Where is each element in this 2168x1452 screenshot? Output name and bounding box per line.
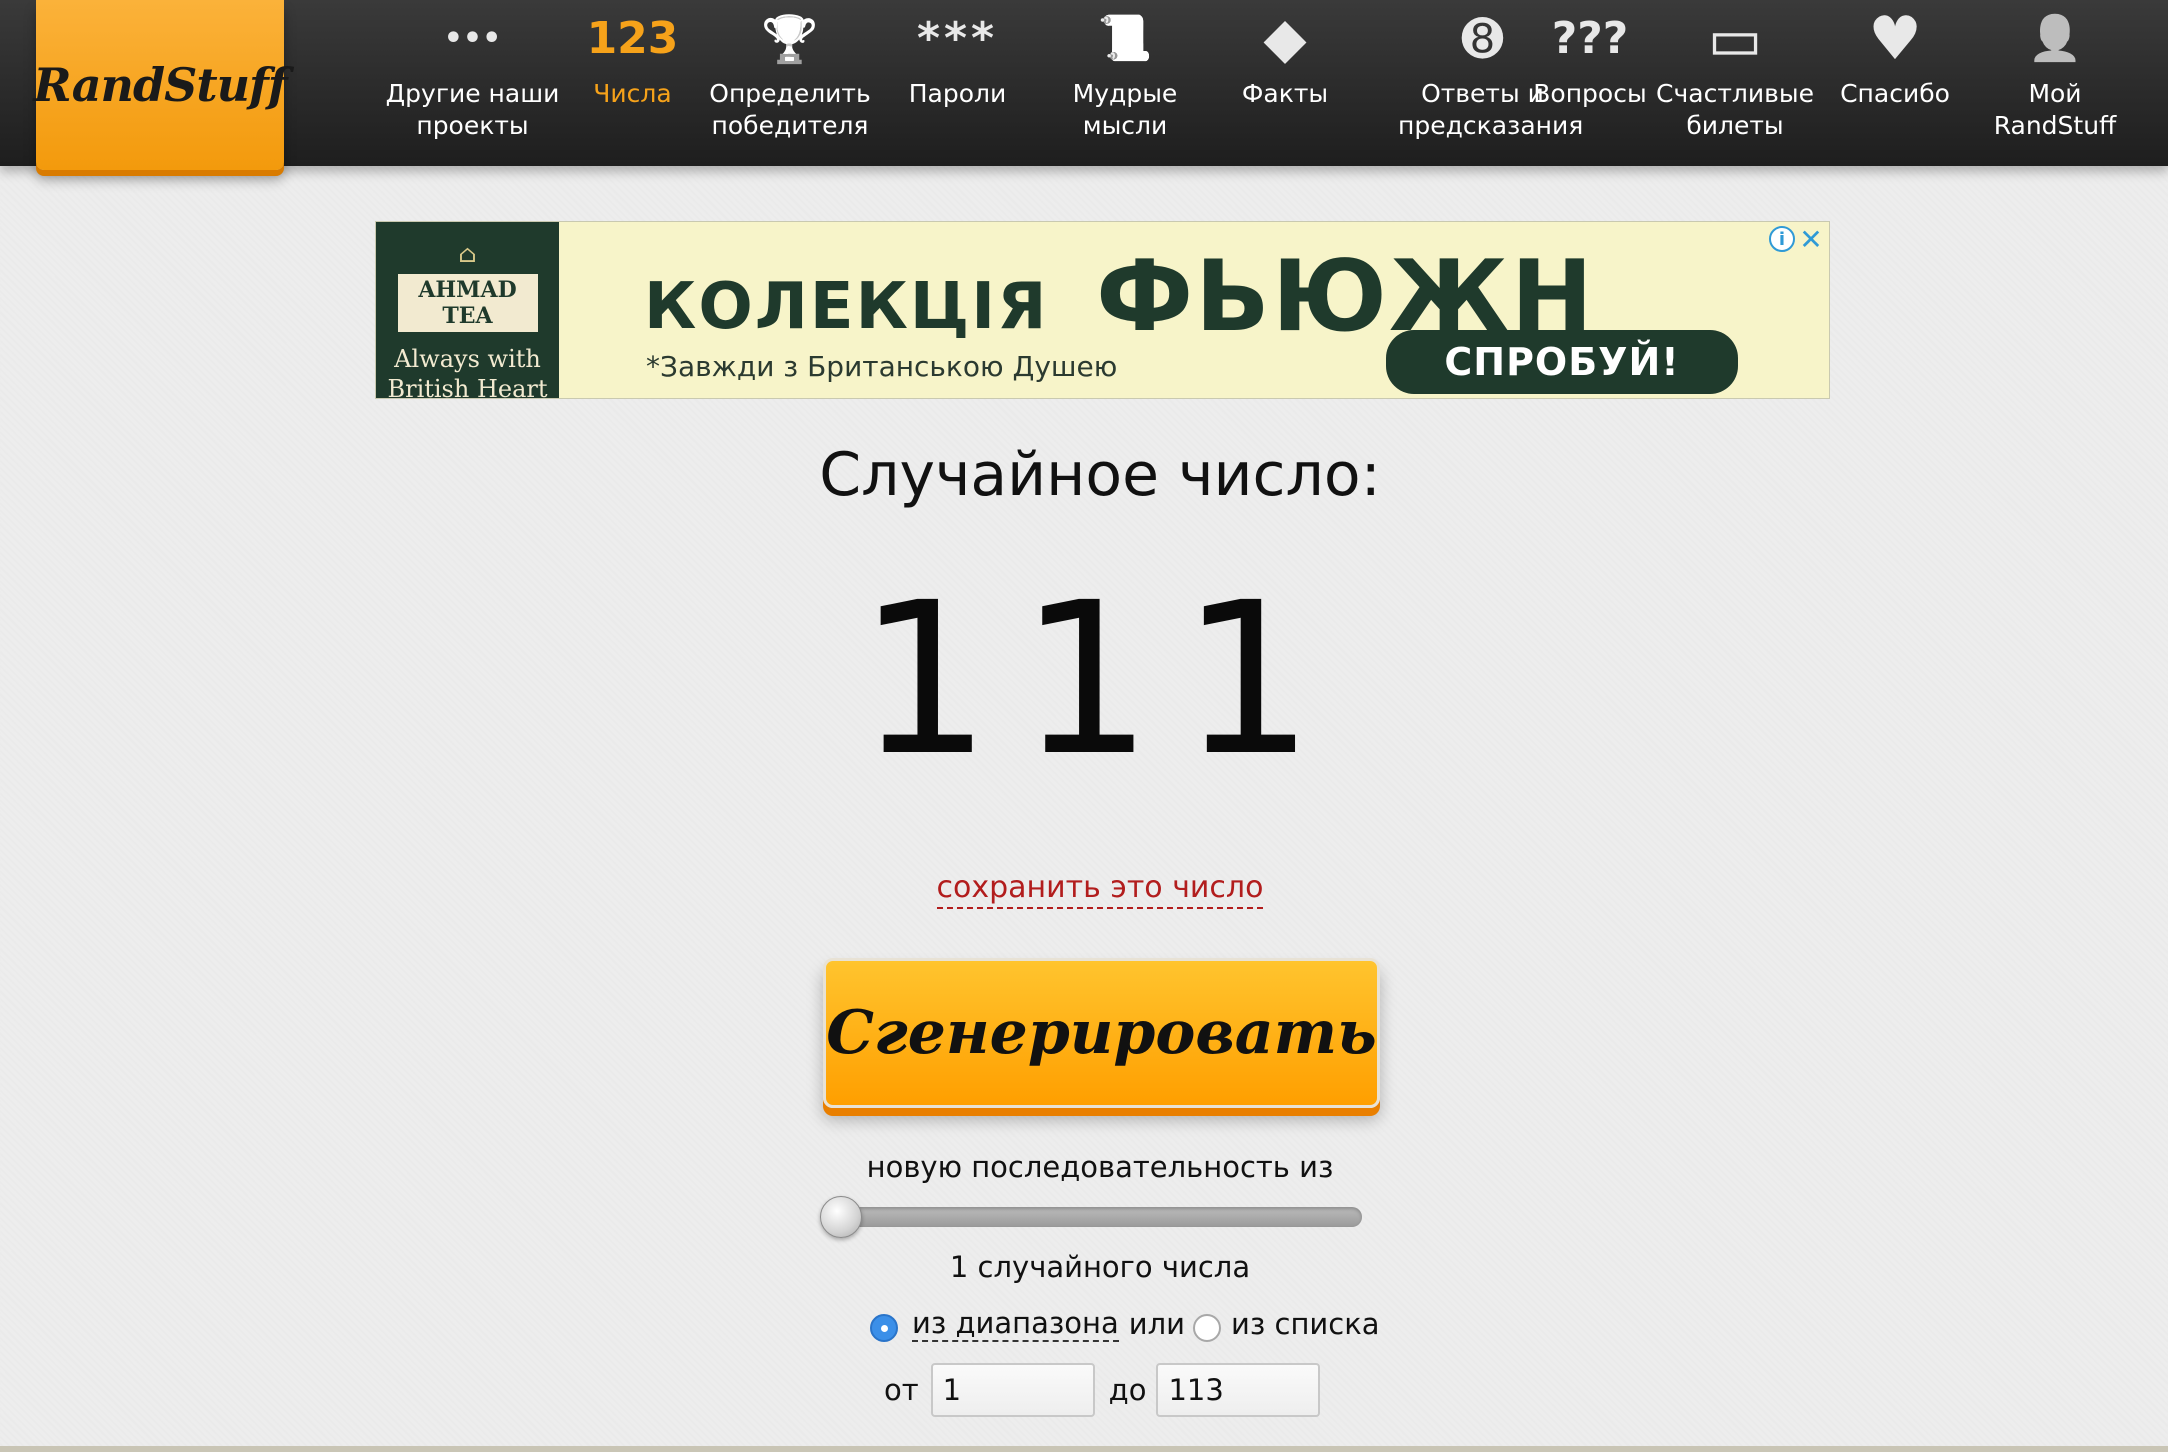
nav-item-thanks[interactable]: ♥ Спасибо — [1820, 0, 1970, 166]
site-logo[interactable]: RandStuff — [33, 0, 288, 170]
password-icon: *** — [916, 13, 999, 64]
nav-item-lucky-tickets[interactable]: ▭ Счастливые билеты — [1645, 0, 1825, 166]
sequence-label: новую последовательность из — [866, 1150, 1334, 1184]
heart-icon: ♥ — [1868, 4, 1922, 74]
count-slider-thumb[interactable] — [820, 1196, 862, 1238]
nav-item-other-projects[interactable]: ••• Другие наши проекты — [380, 0, 565, 166]
page-title: Случайное число: — [819, 440, 1381, 510]
more-dots-icon: ••• — [443, 21, 502, 56]
ad-brand-name: AHMAD TEA — [397, 274, 538, 332]
save-number-link[interactable]: сохранить это число — [936, 870, 1264, 909]
nav-item-label: Мудрые мысли — [1072, 79, 1178, 140]
range-inputs: от до — [884, 1363, 1321, 1417]
radio-list-label[interactable]: из списка — [1231, 1307, 1379, 1341]
generate-button[interactable]: Сгенерировать — [823, 958, 1380, 1108]
ad-brand-slogan: Always with British Heart — [387, 345, 548, 399]
ad-brand-panel: ⌂ AHMAD TEA Always with British Heart — [376, 222, 559, 398]
ad-title-part1: КОЛЕКЦІЯ — [644, 270, 1049, 344]
radio-or-label: или — [1128, 1307, 1186, 1341]
radio-list[interactable] — [1193, 1314, 1222, 1342]
user-icon: 👤 — [2027, 13, 2083, 64]
numbers-icon: 123 — [586, 13, 679, 64]
save-number-link-wrap: сохранить это число — [0, 870, 2168, 909]
random-number-result: 111 — [857, 557, 1343, 802]
count-slider-track[interactable] — [830, 1207, 1362, 1227]
generate-button-label: Сгенерировать — [826, 998, 1377, 1068]
scroll-icon: 📜 — [1097, 13, 1153, 64]
nav-item-label: Определить победителя — [709, 79, 871, 140]
to-input[interactable] — [1156, 1363, 1321, 1417]
top-navigation-bar: RandStuff ••• Другие наши проекты 123 Чи… — [0, 0, 2168, 170]
nav-item-numbers[interactable]: 123 Числа — [580, 0, 685, 166]
ad-banner[interactable]: ⌂ AHMAD TEA Always with British Heart КО… — [375, 221, 1830, 399]
bottom-divider — [0, 1446, 2168, 1452]
nav-item-label: Спасибо — [1840, 79, 1950, 108]
nav-item-my-randstuff[interactable]: 👤 Мой RandStuff — [1970, 0, 2140, 166]
ad-subtitle: *Завжди з Британською Душею — [646, 350, 1118, 383]
nav-item-winner[interactable]: 🏆 Определить победителя — [700, 0, 880, 166]
radio-range[interactable] — [870, 1314, 898, 1342]
count-label: 1 случайного числа — [949, 1250, 1251, 1284]
ticket-icon: ▭ — [1707, 5, 1763, 73]
nav-item-passwords[interactable]: *** Пароли — [885, 0, 1030, 166]
ad-cta-button[interactable]: СПРОБУЙ! — [1386, 330, 1738, 394]
radio-range-label[interactable]: из диапазона — [912, 1306, 1119, 1342]
logo-text: RandStuff — [33, 58, 287, 112]
nav-item-label: Пароли — [908, 79, 1007, 108]
nav-item-wise-thoughts[interactable]: 📜 Мудрые мысли — [1040, 0, 1210, 166]
crest-icon: ⌂ — [458, 240, 477, 268]
from-input[interactable] — [930, 1363, 1095, 1417]
close-icon[interactable]: ✕ — [1797, 223, 1825, 256]
to-label: до — [1108, 1373, 1147, 1407]
nav-item-label: Мой RandStuff — [1993, 79, 2117, 140]
nav-item-label: Числа — [593, 79, 672, 108]
nav-item-label: Счастливые билеты — [1656, 79, 1814, 140]
info-icon[interactable]: i — [1769, 226, 1795, 252]
source-mode-options: из диапазона или из списка — [870, 1304, 1380, 1344]
nav-item-label: Другие наши проекты — [385, 79, 560, 140]
trophy-icon: 🏆 — [761, 12, 819, 66]
from-label: от — [884, 1373, 919, 1407]
